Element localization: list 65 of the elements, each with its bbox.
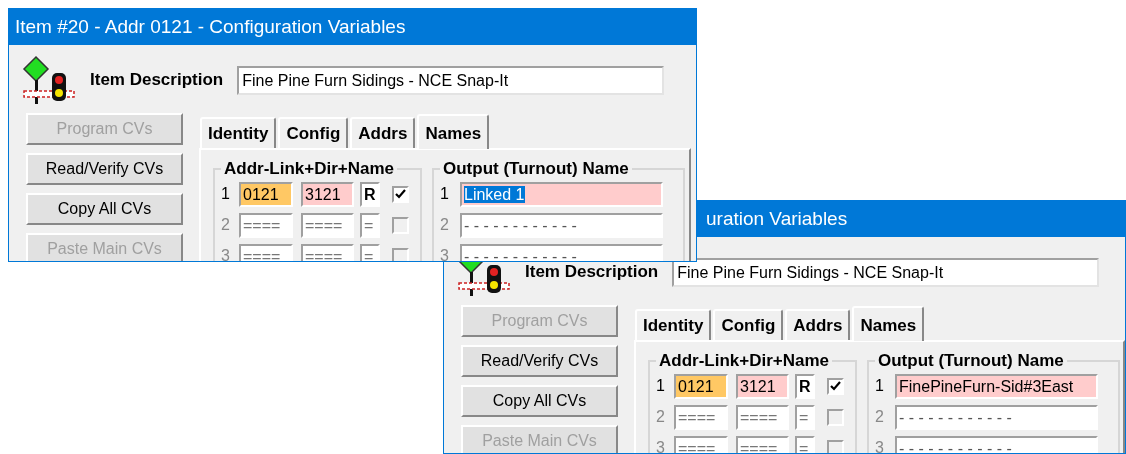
name-field[interactable]: - - - - - - - - - - - - (895, 435, 1098, 453)
row-number: 3 (221, 246, 231, 261)
tab[interactable]: Identity (635, 309, 712, 340)
row-number: 3 (656, 438, 666, 453)
direction-field[interactable]: = (360, 243, 380, 261)
window-title: uration Variables (706, 206, 848, 231)
field-label: Item Description (90, 69, 224, 92)
field-label: Item Description (525, 261, 659, 284)
name-field[interactable]: - - - - - - - - - - - - (460, 212, 663, 238)
tab[interactable]: Config (278, 117, 349, 148)
tab[interactable]: Config (713, 309, 784, 340)
direction-field[interactable]: R (795, 373, 815, 399)
checkbox[interactable] (827, 408, 844, 426)
command-button[interactable]: Copy All CVs (461, 385, 618, 417)
row-number: 2 (221, 215, 231, 235)
group-title: Addr-Link+Dir+Name (658, 350, 831, 372)
row-number: 1 (875, 376, 885, 396)
row-number: 2 (656, 407, 666, 427)
window-title: Item #20 - Addr 0121 - Configuration Variables (15, 14, 406, 39)
link-field[interactable]: ==== (301, 243, 354, 261)
link-field[interactable]: 3121 (301, 181, 354, 207)
group-title: Output (Turnout) Name (442, 158, 630, 180)
direction-field[interactable]: = (360, 212, 380, 238)
address-field[interactable]: 0121 (674, 373, 728, 399)
description-field[interactable]: Fine Pine Furn Sidings - NCE Snap-It (237, 65, 665, 95)
tab[interactable]: Addrs (350, 117, 416, 148)
checkbox[interactable] (827, 377, 844, 395)
row-number: 1 (656, 376, 666, 396)
name-field[interactable]: - - - - - - - - - - - - (895, 404, 1098, 430)
command-button[interactable]: Copy All CVs (26, 193, 183, 225)
row-number: 3 (440, 246, 450, 261)
tab[interactable]: Addrs (785, 309, 851, 340)
row-number: 1 (221, 184, 231, 204)
direction-field[interactable]: R (360, 181, 380, 207)
direction-field[interactable]: = (795, 404, 815, 430)
link-field[interactable]: ==== (736, 404, 789, 430)
group-title: Addr-Link+Dir+Name (223, 158, 396, 180)
name-field[interactable]: Linked 1 (460, 181, 663, 207)
name-field[interactable]: FinePineFurn-Sid#3East (895, 373, 1098, 399)
description-field[interactable]: Fine Pine Furn Sidings - NCE Snap-It (672, 257, 1100, 287)
tab[interactable]: Names (852, 306, 925, 341)
checkbox[interactable] (392, 247, 409, 261)
tab[interactable]: Identity (200, 117, 277, 148)
address-field[interactable]: ==== (239, 212, 293, 238)
command-button[interactable]: Read/Verify CVs (26, 153, 183, 185)
tab[interactable]: Names (417, 114, 490, 149)
link-field[interactable]: ==== (736, 435, 789, 453)
address-field[interactable]: ==== (239, 243, 293, 261)
link-field[interactable]: 3121 (736, 373, 789, 399)
row-number: 2 (875, 407, 885, 427)
row-number: 1 (440, 184, 450, 204)
signal-crossing-icon (22, 55, 78, 105)
address-field[interactable]: ==== (674, 404, 728, 430)
address-field[interactable]: ==== (674, 435, 728, 453)
group-title: Output (Turnout) Name (877, 350, 1065, 372)
row-number: 2 (440, 215, 450, 235)
checkbox[interactable] (827, 439, 844, 453)
name-field[interactable]: - - - - - - - - - - - - (460, 243, 663, 261)
checkbox[interactable] (392, 216, 409, 234)
command-button[interactable]: Read/Verify CVs (461, 345, 618, 377)
checkbox[interactable] (392, 185, 409, 203)
link-field[interactable]: ==== (301, 212, 354, 238)
direction-field[interactable]: = (795, 435, 815, 453)
address-field[interactable]: 0121 (239, 181, 293, 207)
row-number: 3 (875, 438, 885, 453)
